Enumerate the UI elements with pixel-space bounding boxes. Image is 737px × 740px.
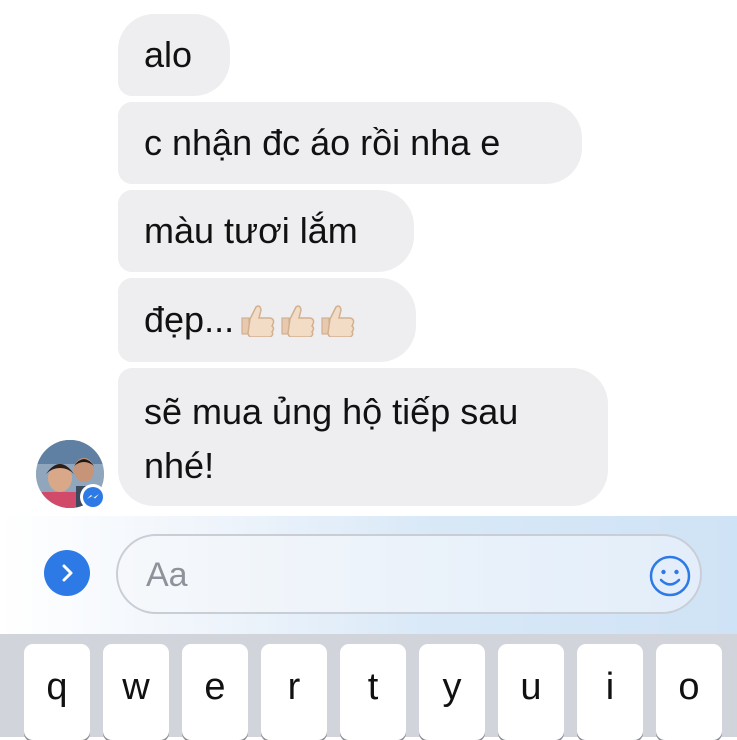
- message-text: alo: [144, 34, 193, 75]
- thumbs-up-icon: [281, 305, 315, 337]
- key-e[interactable]: e: [182, 644, 248, 740]
- smiley-face-icon: [649, 555, 691, 597]
- key-u[interactable]: u: [498, 644, 564, 740]
- expand-actions-button[interactable]: [44, 550, 90, 596]
- message-text-line: sẽ mua ủng hộ tiếp sau: [144, 391, 519, 432]
- key-t[interactable]: t: [340, 644, 406, 740]
- message-bubble[interactable]: c nhận đc áo rồi nha e: [118, 102, 582, 184]
- chevron-right-icon: [62, 564, 73, 582]
- thumbs-up-icon: [241, 305, 275, 337]
- message-thread: alo c nhận đc áo rồi nha e màu tươi lắm …: [0, 0, 737, 520]
- key-r[interactable]: r: [261, 644, 327, 740]
- message-bubble[interactable]: đẹp...: [118, 278, 416, 362]
- message-text: màu tươi lắm: [144, 210, 358, 251]
- thumbs-up-emoji-group: [238, 303, 356, 337]
- message-text: đẹp...: [144, 299, 235, 340]
- messenger-icon: [83, 487, 103, 507]
- message-text-line: nhé!: [144, 445, 215, 486]
- key-i[interactable]: i: [577, 644, 643, 740]
- thumbs-up-icon: [321, 305, 355, 337]
- message-bubble[interactable]: sẽ mua ủng hộ tiếp sau nhé!: [118, 368, 608, 506]
- key-q[interactable]: q: [24, 644, 90, 740]
- key-y[interactable]: y: [419, 644, 485, 740]
- message-text: c nhận đc áo rồi nha e: [144, 122, 501, 163]
- messenger-badge: [80, 484, 106, 510]
- emoji-button[interactable]: [648, 554, 692, 598]
- key-w[interactable]: w: [103, 644, 169, 740]
- key-o[interactable]: o: [656, 644, 722, 740]
- message-bubble[interactable]: alo: [118, 14, 230, 96]
- message-input-placeholder: Aa: [146, 556, 188, 594]
- message-bubble[interactable]: màu tươi lắm: [118, 190, 414, 272]
- message-input[interactable]: Aa: [116, 534, 702, 614]
